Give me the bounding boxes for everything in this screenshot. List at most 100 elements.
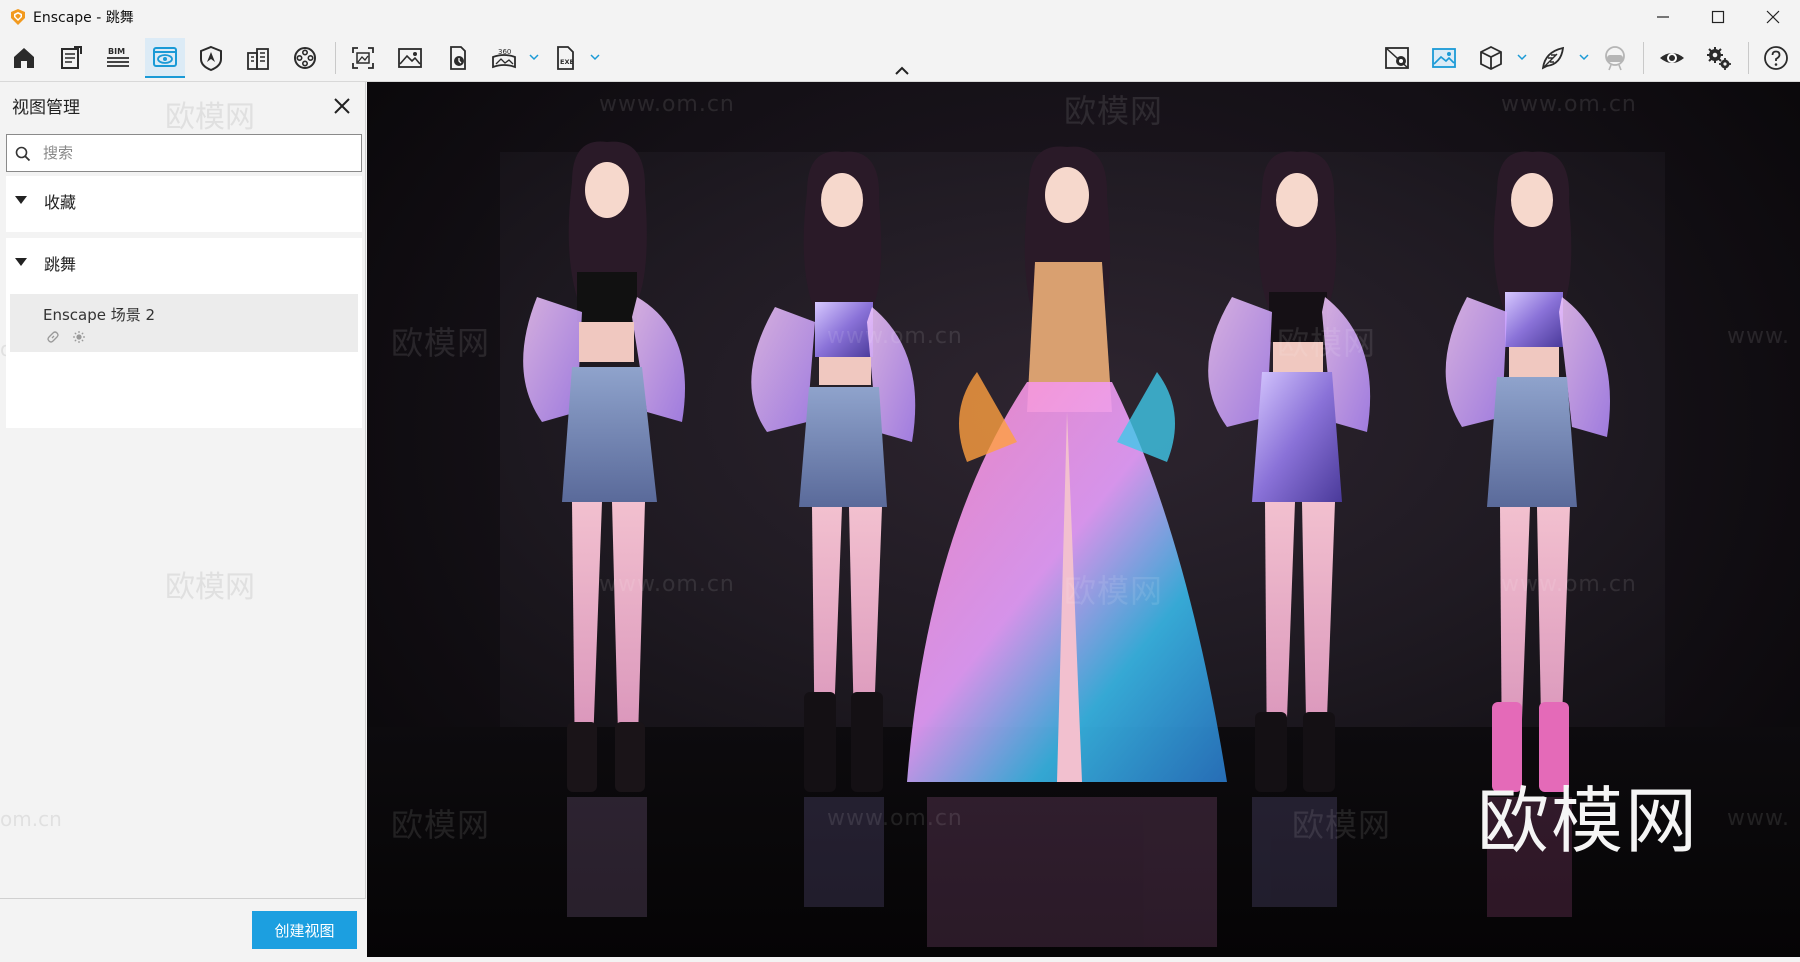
panel-footer: 创建视图 <box>0 898 366 957</box>
shield-map-icon <box>200 45 222 72</box>
create-view-button[interactable]: 创建视图 <box>252 911 357 949</box>
home-icon <box>14 48 34 68</box>
watermark-cn: 欧模网 <box>1292 806 1392 844</box>
map-pin-icon <box>1385 47 1409 69</box>
building-button[interactable] <box>238 38 278 78</box>
watermark-url: www. <box>1727 324 1790 349</box>
render-viewport[interactable]: www.om.cn 欧模网 www.om.cn 欧模网 www.om.cn 欧模… <box>367 82 1800 957</box>
site-context-button[interactable] <box>191 38 231 78</box>
document-settings-icon <box>61 46 82 69</box>
chevron-down-icon <box>529 54 539 61</box>
panorama-dropdown[interactable] <box>527 50 541 64</box>
vr-headset-button[interactable] <box>1595 38 1635 78</box>
panel-title: 视图管理 <box>12 98 80 118</box>
export-dropdown[interactable] <box>588 50 602 64</box>
watermark-url: www.om.cn <box>1501 92 1637 117</box>
dance-section-header[interactable]: 跳舞 <box>6 238 362 284</box>
collapse-toolbar-caret-icon[interactable] <box>893 64 911 78</box>
view-mode-button[interactable] <box>1652 38 1692 78</box>
batch-render-button[interactable] <box>437 38 477 78</box>
watermark-url: www.om.cn <box>599 92 735 117</box>
floor-reflection <box>567 797 1572 947</box>
panel-watermark: 欧模网 <box>165 570 255 605</box>
material-dropdown[interactable] <box>1577 50 1591 64</box>
minimize-button[interactable] <box>1635 0 1690 34</box>
settings-button[interactable] <box>1699 38 1739 78</box>
title-bar: Enscape - 跳舞 <box>0 0 1800 34</box>
close-panel-icon[interactable] <box>332 96 352 116</box>
link-icon <box>47 331 59 343</box>
collapse-triangle-icon <box>15 196 27 204</box>
help-icon <box>1764 46 1788 70</box>
watermark-cn: 欧模网 <box>1277 324 1377 362</box>
building-icon <box>247 48 269 70</box>
document-settings-button[interactable] <box>51 38 91 78</box>
favorites-section-header[interactable]: 收藏 <box>6 176 362 222</box>
dancer-4 <box>1208 151 1371 792</box>
search-icon <box>15 146 31 162</box>
help-button[interactable] <box>1756 38 1796 78</box>
material-editor-button[interactable] <box>1533 38 1573 78</box>
dancer-3 <box>907 146 1227 782</box>
screenshot-button[interactable] <box>343 38 383 78</box>
close-icon <box>1766 10 1779 24</box>
panel-watermark: om.cn <box>0 807 62 831</box>
cube-icon <box>1480 45 1502 71</box>
chevron-down-icon <box>1579 54 1589 61</box>
window-controls <box>1635 0 1800 34</box>
export-exe-button[interactable]: EXE <box>545 38 585 78</box>
watermark-url: www.om.cn <box>1501 572 1637 597</box>
view-name: Enscape 场景 2 <box>43 306 156 324</box>
dance-section-label: 跳舞 <box>44 255 77 274</box>
watermark-cn: 欧模网 <box>391 324 491 362</box>
maximize-icon <box>1711 10 1724 24</box>
close-window-button[interactable] <box>1745 0 1800 34</box>
toolbar-divider <box>1643 42 1644 74</box>
gallery-icon <box>1432 48 1456 68</box>
visual-settings-button[interactable] <box>1424 38 1464 78</box>
panel-header: 视图管理 <box>0 82 366 127</box>
batch-render-icon <box>450 46 466 70</box>
brand-watermark: 欧模网 <box>1477 779 1700 863</box>
settings-icon <box>1707 47 1731 70</box>
view-list-item[interactable]: Enscape 场景 2 <box>10 294 358 352</box>
watermark-cn: 欧模网 <box>1064 92 1164 130</box>
asset-library-button[interactable] <box>1471 38 1511 78</box>
watermark-url: www.om.cn <box>599 572 735 597</box>
screenshot-icon <box>352 47 374 69</box>
film-reel-icon <box>294 47 316 69</box>
map-marker-button[interactable] <box>1377 38 1417 78</box>
toolbar-divider <box>335 42 336 74</box>
view-management-button[interactable] <box>145 38 185 78</box>
image-icon <box>398 48 422 68</box>
watermark-url: www.om.cn <box>827 806 963 831</box>
watermark-cn: 欧模网 <box>1064 572 1164 610</box>
watermark-cn: 欧模网 <box>391 806 491 844</box>
svg-text:BIM: BIM <box>108 47 125 56</box>
panorama-360-icon: 360 <box>492 48 516 69</box>
favorites-section-label: 收藏 <box>44 193 77 212</box>
svg-text:EXE: EXE <box>560 58 574 66</box>
dancer-5 <box>1445 151 1610 792</box>
search-box[interactable] <box>6 134 362 172</box>
favorites-section: 收藏 <box>6 176 362 232</box>
material-leaf-icon <box>1541 46 1565 70</box>
vr-headset-icon <box>1605 46 1625 71</box>
window-title: Enscape - 跳舞 <box>33 10 134 26</box>
eye-icon <box>1660 53 1684 63</box>
search-input[interactable] <box>43 140 343 166</box>
bim-button[interactable]: BIM <box>98 38 138 78</box>
watermark-url: www. <box>1727 806 1790 831</box>
maximize-button[interactable] <box>1690 0 1745 34</box>
bim-icon: BIM <box>107 47 129 67</box>
chevron-down-icon <box>590 54 600 61</box>
collapse-triangle-icon <box>15 258 27 266</box>
home-button[interactable] <box>4 38 44 78</box>
video-editor-button[interactable] <box>285 38 325 78</box>
asset-dropdown[interactable] <box>1515 50 1529 64</box>
enscape-logo-icon <box>11 9 25 25</box>
dancer-1 <box>523 141 685 792</box>
toolbar-divider <box>1748 42 1749 74</box>
panorama-button[interactable]: 360 <box>484 38 524 78</box>
render-image-button[interactable] <box>390 38 430 78</box>
